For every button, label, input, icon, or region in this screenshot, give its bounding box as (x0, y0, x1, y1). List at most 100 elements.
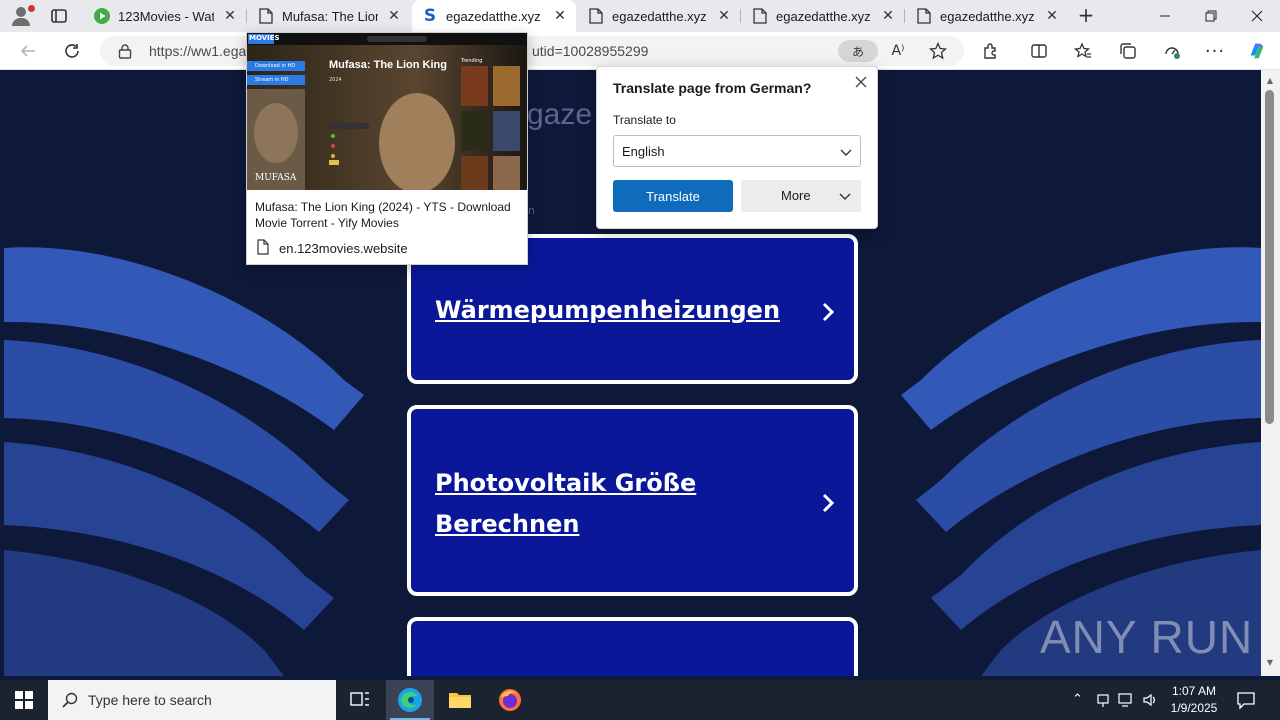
tab-separator (740, 9, 741, 23)
restore-button[interactable] (1188, 0, 1234, 32)
scroll-up-icon[interactable]: ▲ (1265, 76, 1275, 85)
taskbar-firefox[interactable] (486, 680, 534, 720)
chevron-right-icon (822, 493, 835, 513)
tab-title: egazedatthe.xyz (776, 8, 871, 24)
task-view-icon (350, 692, 369, 706)
close-window-button[interactable] (1234, 0, 1280, 32)
close-icon[interactable] (853, 74, 869, 90)
translate-popup: Translate page from German? Translate to… (596, 66, 878, 229)
link-card-partial[interactable] (407, 617, 858, 676)
tab-title: egazedatthe.xyz (612, 8, 707, 24)
network-adapter-icon[interactable] (1096, 692, 1110, 712)
folder-icon (449, 693, 471, 708)
chevron-up-icon[interactable]: ⌃ (1072, 692, 1083, 707)
translate-popup-title: Translate page from German? (613, 80, 812, 96)
close-tab-icon[interactable]: ✕ (1044, 8, 1060, 24)
taskbar-clock[interactable]: 1:07 AM 1/9/2025 (1166, 683, 1222, 717)
collections-icon[interactable] (1118, 41, 1138, 61)
tab-egazedatthe-active[interactable]: S egazedatthe.xyz - ✕ (412, 0, 576, 32)
clock-date: 1/9/2025 (1170, 701, 1218, 715)
chevron-down-icon (839, 193, 851, 200)
more-button-label: More (781, 188, 811, 203)
card-label[interactable]: Photovoltaik Größe Berechnen (435, 463, 795, 545)
document-icon (752, 8, 768, 24)
url-text: https://ww1.ega (149, 43, 247, 59)
tab-egazedatthe[interactable]: egazedatthe.xyz ✕ (906, 0, 1068, 32)
close-tab-icon[interactable]: ✕ (716, 8, 732, 24)
read-aloud-icon[interactable]: A⁾ (888, 41, 908, 61)
chevron-right-icon (822, 302, 835, 322)
translate-to-label: Translate to (613, 113, 676, 127)
preview-movie-year: 2024 (329, 77, 342, 83)
notification-icon[interactable] (1236, 690, 1256, 710)
tab-actions-icon[interactable] (50, 7, 68, 25)
link-card-photovoltaik[interactable]: Photovoltaik Größe Berechnen (407, 405, 858, 596)
tab-separator (246, 9, 247, 23)
new-tab-button[interactable]: + (1076, 5, 1096, 26)
windows-taskbar: Type here to search ⌃ 1:07 AM 1/9/2025 (0, 680, 1280, 720)
network-icon[interactable] (1118, 692, 1134, 712)
clock-time: 1:07 AM (1171, 684, 1217, 698)
profile-icon[interactable] (8, 4, 35, 28)
selected-language: English (622, 144, 665, 159)
taskbar-search[interactable]: Type here to search (48, 680, 336, 720)
anyrun-watermark: ANY RUN (1040, 611, 1254, 663)
taskbar-file-explorer[interactable] (436, 680, 484, 720)
favorite-star-icon[interactable] (928, 41, 948, 61)
preview-logo: MOVIES (249, 34, 280, 42)
document-icon (257, 239, 269, 255)
chevron-down-icon (840, 149, 852, 156)
tab-123movies[interactable]: 123Movies - Watc ✕ (84, 0, 246, 32)
tab-strip: 123Movies - Watc ✕ Mufasa: The Lion K ✕ … (0, 0, 1280, 32)
tab-title: egazedatthe.xyz (940, 8, 1035, 24)
lock-icon[interactable] (118, 43, 132, 59)
scroll-thumb[interactable] (1265, 90, 1274, 424)
task-view-button[interactable] (336, 680, 384, 720)
page-scrollbar[interactable]: ▲ ▼ (1261, 70, 1280, 676)
split-screen-icon[interactable] (1029, 41, 1049, 61)
card-label[interactable]: Wärmepumpenheizungen (435, 290, 795, 331)
close-tab-icon[interactable]: ✕ (222, 8, 238, 24)
refresh-icon[interactable] (62, 41, 82, 61)
firefox-icon (499, 689, 521, 711)
play-icon (94, 8, 110, 24)
performance-icon[interactable] (1162, 41, 1182, 61)
preview-movie-title: Mufasa: The Lion King (329, 59, 447, 71)
edge-icon (398, 688, 422, 712)
url-text-tail: utid=10028955299 (532, 43, 649, 59)
preview-poster-title: MUFASA (255, 173, 297, 183)
tab-mufasa[interactable]: Mufasa: The Lion K ✕ (248, 0, 410, 32)
back-icon[interactable] (18, 41, 38, 61)
start-button[interactable] (0, 680, 48, 720)
s-logo-icon: S (423, 6, 437, 26)
scroll-down-icon[interactable]: ▼ (1265, 658, 1275, 667)
hover-card-title: Mufasa: The Lion King (2024) - YTS - Dow… (255, 200, 511, 230)
document-icon (588, 8, 604, 24)
language-select[interactable]: English (613, 135, 861, 167)
tab-egazedatthe[interactable]: egazedatthe.xyz ✕ (578, 0, 740, 32)
extensions-icon[interactable] (981, 41, 1001, 61)
tab-preview-thumbnail: MOVIES Download in HD Stream in HD Mufas… (247, 33, 527, 190)
more-button[interactable]: More (741, 180, 861, 212)
copilot-icon[interactable] (1247, 41, 1267, 61)
close-tab-icon[interactable]: ✕ (552, 8, 568, 24)
address-bar[interactable]: https://ww1.ega utid=10028955299 あ A⁾ (100, 36, 964, 66)
volume-icon[interactable] (1142, 692, 1158, 712)
search-icon (62, 692, 78, 708)
close-tab-icon[interactable]: ✕ (880, 8, 896, 24)
browser-toolbar: https://ww1.ega utid=10028955299 あ A⁾ ··… (0, 32, 1280, 70)
tab-title: 123Movies - Watc (118, 8, 214, 24)
more-options-icon[interactable]: ··· (1205, 41, 1225, 62)
tab-egazedatthe[interactable]: egazedatthe.xyz ✕ (742, 0, 904, 32)
tab-title: Mufasa: The Lion K (282, 8, 378, 24)
favorites-icon[interactable] (1073, 41, 1093, 61)
site-title: gaze (527, 98, 593, 131)
hover-card-url: en.123movies.website (279, 241, 408, 256)
taskbar-edge[interactable] (386, 680, 434, 720)
close-tab-icon[interactable]: ✕ (386, 8, 402, 24)
tab-separator (904, 9, 905, 23)
minimize-button[interactable] (1142, 0, 1188, 32)
preview-btn-stream: Stream in HD (255, 77, 289, 83)
translate-icon[interactable]: あ (838, 40, 878, 62)
translate-button[interactable]: Translate (613, 180, 733, 212)
